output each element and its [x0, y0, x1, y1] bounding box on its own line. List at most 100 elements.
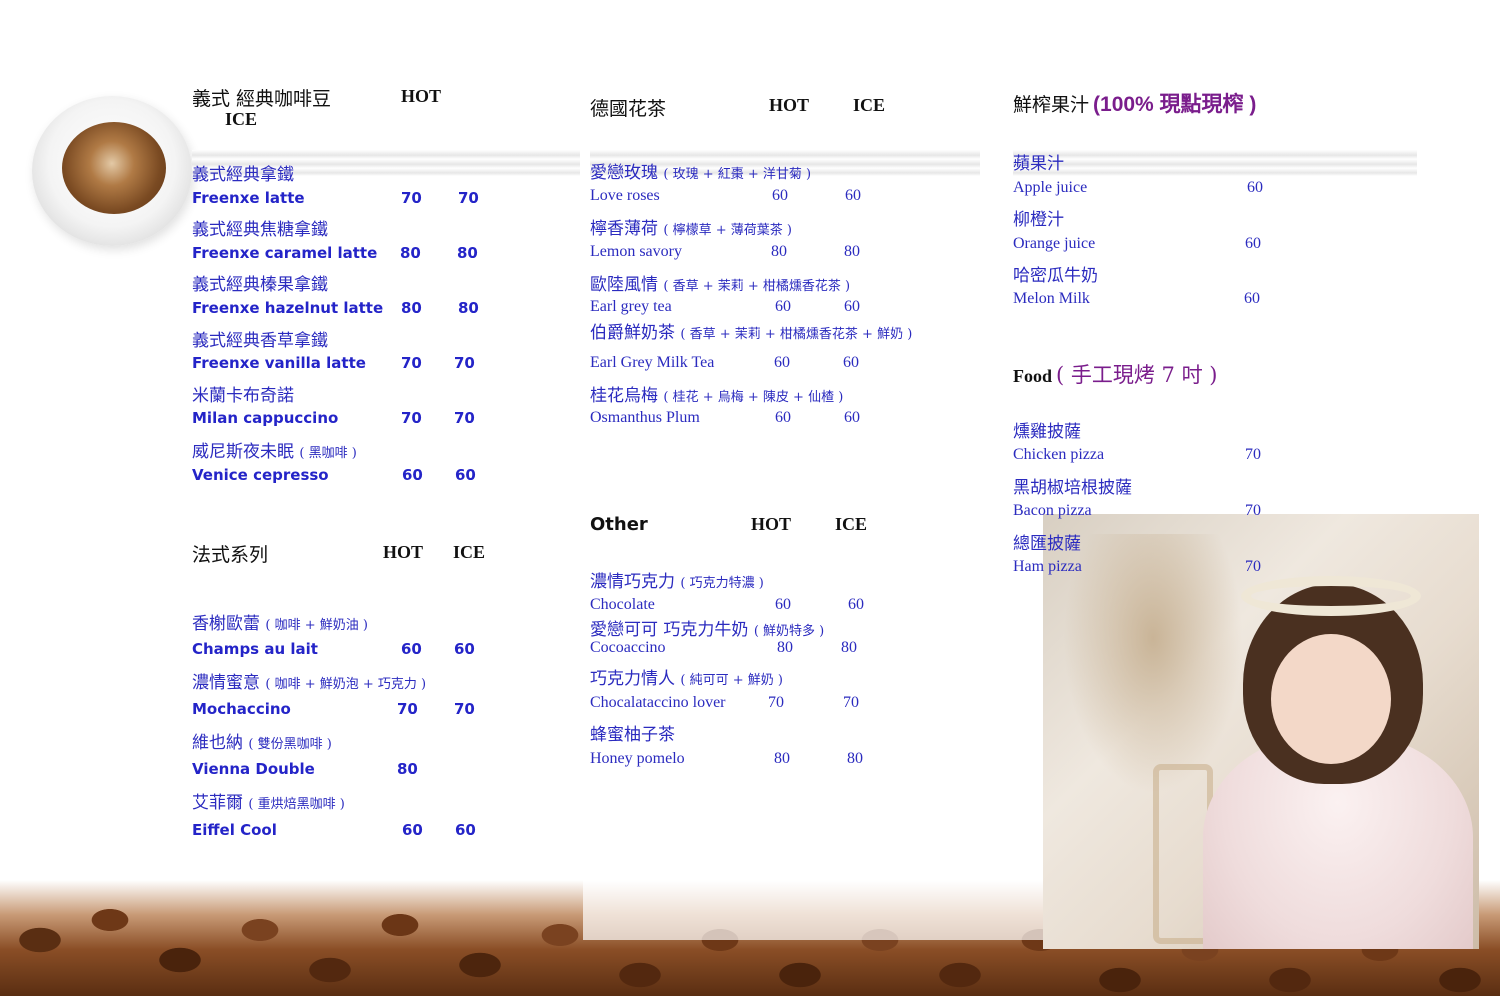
- menu-item-zh: 蜂蜜柚子茶: [590, 725, 675, 745]
- price-hot: 80: [397, 760, 418, 778]
- menu-item-zh: 歐陸風情 ( 香草 + 茉莉 + 柑橘燻香花茶 ): [590, 275, 851, 295]
- price-hot: 70: [768, 694, 784, 711]
- price-ice: 60: [844, 409, 860, 426]
- section-title-juice: 鮮榨果汁 (100% 現點現榨 ): [1013, 88, 1256, 118]
- price-hot: 70: [401, 354, 422, 372]
- menu-item-en: Freenxe caramel latte: [192, 244, 378, 262]
- menu-item-note: ( 咖啡 + 鮮奶泡 + 巧克力 ): [265, 677, 427, 692]
- menu-item-zh: 桂花烏梅 ( 桂花 + 烏梅 + 陳皮 + 仙楂 ): [590, 386, 844, 406]
- price: 60: [1244, 290, 1260, 307]
- price-ice: 70: [843, 694, 859, 711]
- menu-item-zh: 檸香薄荷 ( 檸檬草 + 薄荷葉茶 ): [590, 219, 792, 239]
- menu-item-note: ( 純可可 + 鮮奶 ): [680, 673, 783, 688]
- price-ice: 80: [844, 243, 860, 260]
- ice-header: ICE: [453, 542, 486, 562]
- price-hot: 80: [774, 750, 790, 767]
- section-title-suffix: (100% 現點現榨 ): [1093, 93, 1257, 116]
- price-ice: 80: [841, 639, 857, 656]
- menu-item-zh: 義式經典香草拿鐵: [192, 331, 328, 351]
- menu-item-note: ( 重烘焙黑咖啡 ): [248, 797, 345, 812]
- price-ice: 60: [455, 821, 476, 839]
- menu-item-en: Eiffel Cool: [192, 821, 277, 839]
- menu-item-zh: 伯爵鮮奶茶 ( 香草 + 茉莉 + 柑橘燻香花茶 + 鮮奶 ): [590, 323, 913, 343]
- section-title-food: Food ( 手工現烤 7 吋 ): [1013, 359, 1217, 389]
- price-hot: 60: [775, 298, 791, 315]
- menu-item-en: Cocoaccino: [590, 639, 666, 656]
- menu-item-note: ( 巧克力特濃 ): [680, 576, 764, 591]
- section-title-suffix: ( 手工現烤 7 吋 ): [1056, 363, 1218, 387]
- price-ice: 60: [844, 298, 860, 315]
- price-hot: 80: [771, 243, 787, 260]
- menu-item-zh: 黑胡椒培根披薩: [1013, 478, 1132, 498]
- coffee-latte-art-image: [62, 122, 166, 214]
- price-ice: 70: [454, 700, 475, 718]
- price-ice: 60: [454, 640, 475, 658]
- menu-item-zh: 義式經典拿鐵: [192, 165, 294, 185]
- menu-item-en: Mochaccino: [192, 700, 291, 718]
- menu-item-en: Bacon pizza: [1013, 502, 1092, 519]
- price: 60: [1247, 179, 1263, 196]
- hot-header: HOT: [769, 95, 810, 115]
- menu-item-zh: 愛戀玫瑰 ( 玫瑰 + 紅棗 + 洋甘菊 ): [590, 163, 812, 183]
- menu-item-zh: 義式經典焦糖拿鐵: [192, 220, 328, 240]
- price: 70: [1245, 558, 1261, 575]
- price-hot: 60: [402, 466, 423, 484]
- price-hot: 80: [401, 299, 422, 317]
- ice-header: ICE: [835, 514, 868, 534]
- price-hot: 60: [775, 409, 791, 426]
- price: 60: [1245, 235, 1261, 252]
- menu-item-zh: 米蘭卡布奇諾: [192, 386, 294, 406]
- menu-item-zh: 濃情巧克力 ( 巧克力特濃 ): [590, 572, 764, 592]
- section-title-french: 法式系列: [192, 544, 269, 566]
- menu-item-note: ( 鮮奶特多 ): [753, 624, 825, 639]
- menu-item-en: Honey pomelo: [590, 750, 685, 767]
- menu-item-zh: 維也納 ( 雙份黑咖啡 ): [192, 733, 332, 753]
- price-hot: 60: [401, 640, 422, 658]
- menu-item-zh: 香榭歐蕾 ( 咖啡 + 鮮奶油 ): [192, 614, 368, 634]
- ice-header: ICE: [853, 95, 886, 115]
- menu-item-zh: 艾菲爾 ( 重烘焙黑咖啡 ): [192, 793, 345, 813]
- price-ice: 70: [454, 354, 475, 372]
- menu-item-note: ( 桂花 + 烏梅 + 陳皮 + 仙楂 ): [663, 390, 844, 405]
- price-ice: 60: [845, 187, 861, 204]
- menu-item-zh: 柳橙汁: [1013, 210, 1064, 230]
- menu-item-note: ( 香草 + 茉莉 + 柑橘燻香花茶 + 鮮奶 ): [680, 327, 913, 342]
- price: 70: [1245, 446, 1261, 463]
- menu-item-en: Milan cappuccino: [192, 409, 339, 427]
- price-hot: 70: [401, 409, 422, 427]
- price: 70: [1245, 502, 1261, 519]
- hot-header: HOT: [751, 514, 792, 534]
- menu-item-zh: 燻雞披薩: [1013, 422, 1081, 442]
- menu-item-en: Osmanthus Plum: [590, 409, 700, 426]
- ice-header: ICE: [225, 109, 258, 129]
- price-ice: 80: [847, 750, 863, 767]
- menu-item-en: Ham pizza: [1013, 558, 1082, 575]
- price-hot: 60: [402, 821, 423, 839]
- girl-photo: [1043, 514, 1479, 949]
- price-hot: 60: [775, 596, 791, 613]
- price-ice: 80: [457, 244, 478, 262]
- menu-item-note: ( 檸檬草 + 薄荷葉茶 ): [663, 223, 792, 238]
- section-title-zh: 鮮榨果汁: [1013, 94, 1090, 116]
- menu-item-zh: 威尼斯夜未眠 ( 黑咖啡 ): [192, 442, 357, 462]
- menu-item-en: Apple juice: [1013, 179, 1088, 196]
- photo-face: [1271, 634, 1391, 764]
- menu-item-en: Chocolate: [590, 596, 655, 613]
- menu-item-zh: 哈密瓜牛奶: [1013, 266, 1098, 286]
- menu-item-en: Lemon savory: [590, 243, 682, 260]
- menu-item-zh: 愛戀可可 巧克力牛奶 ( 鮮奶特多 ): [590, 620, 825, 640]
- menu-item-zh: 濃情蜜意 ( 咖啡 + 鮮奶泡 + 巧克力 ): [192, 673, 427, 693]
- price-hot: 60: [772, 187, 788, 204]
- price-hot: 70: [397, 700, 418, 718]
- price-ice: 80: [458, 299, 479, 317]
- menu-item-en: Venice cepresso: [192, 466, 329, 484]
- price-hot: 60: [774, 354, 790, 371]
- photo-background: [1063, 534, 1243, 794]
- menu-item-note: ( 咖啡 + 鮮奶油 ): [265, 618, 368, 633]
- price-hot: 80: [400, 244, 421, 262]
- price-ice: 60: [843, 354, 859, 371]
- price-ice: 60: [455, 466, 476, 484]
- menu-item-en: Love roses: [590, 187, 660, 204]
- menu-item-en: Chicken pizza: [1013, 446, 1105, 463]
- section-title-german-tea: 德國花茶: [590, 98, 667, 120]
